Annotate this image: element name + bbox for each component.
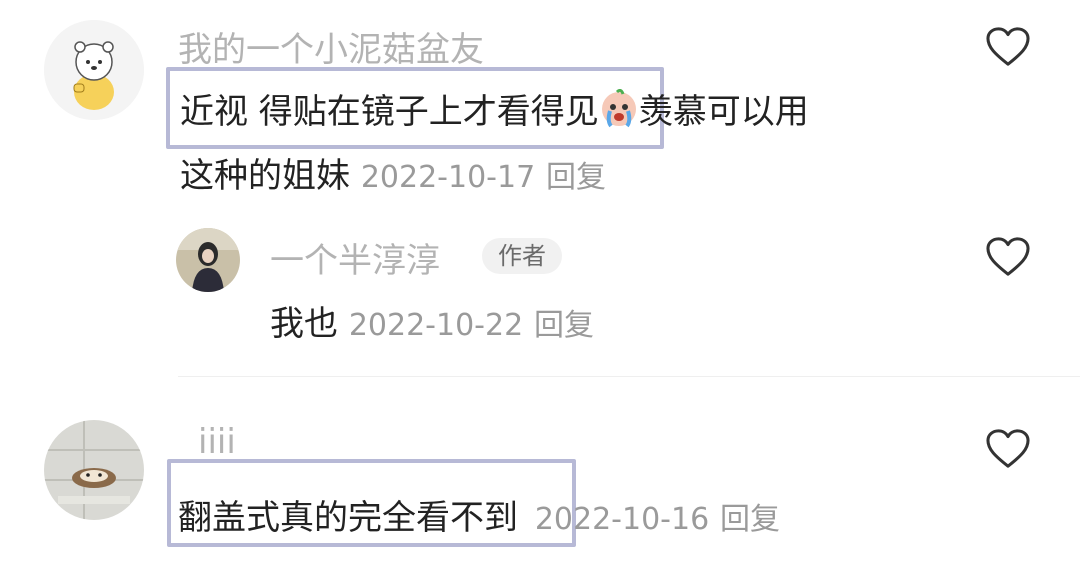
comment-text-line: 翻盖式真的完全看不到 2022-10-16 回复: [178, 490, 780, 539]
comment-text-rest: 羡慕可以用: [638, 92, 809, 132]
reply-user-avatar[interactable]: [176, 228, 240, 292]
like-button[interactable]: [985, 428, 1031, 470]
reply-button[interactable]: 回复: [720, 502, 780, 537]
comment-text-continued: 这种的姐妹: [180, 156, 350, 196]
crying-face-emoji-icon: [599, 88, 639, 129]
heart-outline-icon: [986, 237, 1030, 276]
comment-username[interactable]: 我的一个小泥菇盆友: [178, 22, 484, 71]
highlighted-comment-text: 近视 得贴在镜子上才看得见: [180, 92, 599, 132]
comment-divider: [178, 376, 1080, 377]
comment-username[interactable]: iiii: [198, 422, 236, 462]
reply-username[interactable]: 一个半淳淳: [270, 233, 440, 282]
reply-text: 我也: [270, 304, 338, 344]
bear-avatar-icon: [44, 20, 144, 120]
person-photo-avatar-icon: [176, 228, 240, 292]
user-avatar[interactable]: [44, 20, 144, 120]
highlighted-comment-text: 翻盖式真的完全看不到: [178, 498, 518, 538]
reply-to-reply-button[interactable]: 回复: [534, 308, 594, 343]
user-avatar[interactable]: [44, 420, 144, 520]
heart-outline-icon: [986, 429, 1030, 468]
reply-like-button[interactable]: [985, 236, 1031, 278]
comment-text-line-2: 这种的姐妹 2022-10-17 回复: [180, 148, 606, 197]
author-badge: 作者: [482, 238, 562, 274]
comment-date: 2022-10-16: [534, 502, 710, 537]
comment-date: 2022-10-17: [360, 160, 536, 195]
like-button[interactable]: [985, 26, 1031, 68]
reply-text-line: 我也 2022-10-22 回复: [270, 296, 594, 345]
comments-screen: 我的一个小泥菇盆友 近视 得贴在镜子上才看得见 羡慕可以用 这种的姐妹 2022…: [0, 0, 1080, 566]
reply-button[interactable]: 回复: [546, 160, 606, 195]
dog-photo-avatar-icon: [44, 420, 144, 520]
comment-text-line-1: 近视 得贴在镜子上才看得见 羡慕可以用: [180, 84, 809, 133]
reply-date: 2022-10-22: [348, 308, 524, 343]
heart-outline-icon: [986, 27, 1030, 66]
